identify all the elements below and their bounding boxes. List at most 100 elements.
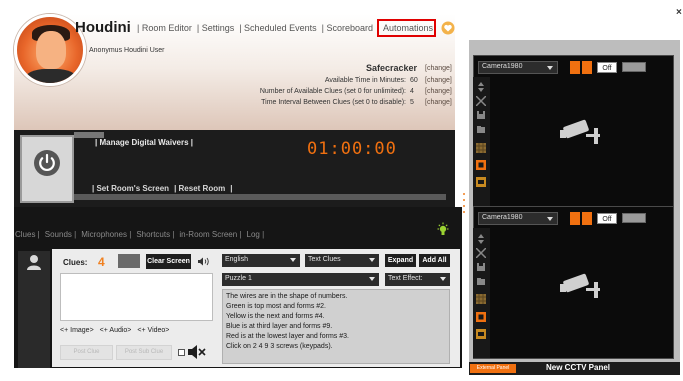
clues-count: 4 (98, 255, 105, 269)
camera-select-1[interactable]: Camera1980 (478, 61, 558, 74)
mute-checkbox[interactable] (178, 349, 185, 356)
camera-2-name: Camera1980 (482, 214, 523, 221)
camera-1-slider[interactable] (622, 62, 646, 72)
panel-resize-handle[interactable] (462, 193, 466, 219)
nav-settings[interactable]: | Settings (197, 23, 234, 33)
add-image-link[interactable]: <+ Image> (60, 327, 94, 334)
external-panel-button[interactable]: External Panel (470, 364, 516, 373)
countdown-timer: 01:00:00 (307, 139, 397, 159)
camera-next-button[interactable] (582, 212, 592, 225)
clues-available-value: 4 (410, 88, 414, 95)
chevron-down-icon (440, 277, 446, 281)
text-effect-value: Text Effect: (388, 275, 423, 282)
room-actions: | Set Room's Screen | Reset Room | (92, 184, 232, 193)
clue-line[interactable]: Yellow is the next and forms #4. (226, 312, 446, 322)
change-room-link[interactable]: [change] (425, 65, 452, 72)
clue-line[interactable]: The wires are in the shape of numbers. (226, 292, 446, 302)
text-effect-select[interactable]: Text Effect: (385, 273, 450, 286)
move-icon[interactable] (476, 82, 486, 92)
clear-screen-button[interactable]: Clear Screen (146, 254, 191, 269)
mute-icon[interactable] (187, 343, 207, 361)
camera-prev-button[interactable] (570, 61, 580, 74)
record-icon[interactable] (476, 312, 486, 322)
camera-2-off-toggle[interactable]: Off (597, 213, 617, 224)
chevron-down-icon (369, 277, 375, 281)
change-interval-link[interactable]: [change] (425, 99, 452, 106)
snapshot-icon[interactable] (476, 329, 486, 339)
camera-next-button[interactable] (582, 61, 592, 74)
add-video-link[interactable]: <+ Video> (137, 327, 169, 334)
post-sub-clue-button[interactable]: Post Sub Clue (116, 345, 172, 360)
folder-icon[interactable] (476, 124, 486, 134)
change-clues-link[interactable]: [change] (425, 88, 452, 95)
record-icon[interactable] (476, 160, 486, 170)
room-name: Safecracker (366, 63, 418, 73)
clues-label: Clues: (63, 258, 88, 267)
manage-waivers-link[interactable]: | Manage Digital Waivers | (95, 138, 193, 147)
expand-button[interactable]: Expand (385, 254, 416, 267)
main-nav: | Room Editor | Settings | Scheduled Eve… (137, 23, 373, 33)
speaker-icon[interactable] (197, 256, 210, 267)
nav-room-editor[interactable]: | Room Editor (137, 23, 192, 33)
clue-text-input[interactable] (60, 273, 213, 321)
nav-scheduled-events[interactable]: | Scheduled Events (239, 23, 316, 33)
control-light-bar (74, 194, 446, 200)
heart-icon[interactable] (441, 21, 455, 35)
camera-1-name: Camera1980 (482, 63, 523, 70)
clues-count-box[interactable] (118, 254, 140, 268)
chevron-down-icon (547, 66, 553, 70)
clue-line[interactable]: Click on 2 4 9 3 screws (keypads). (226, 342, 446, 352)
folder-icon[interactable] (476, 276, 486, 286)
puzzle-select[interactable]: Puzzle 1 (222, 273, 379, 286)
clue-list[interactable]: The wires are in the shape of numbers. G… (222, 289, 450, 364)
tabs: Clues | Sounds | Microphones | Shortcuts… (15, 230, 264, 239)
tab-sounds[interactable]: Sounds | (45, 230, 76, 239)
tab-in-room-screen[interactable]: in-Room Screen | (179, 230, 241, 239)
save-icon[interactable] (476, 262, 486, 272)
nav-automations[interactable]: Automations (377, 19, 436, 37)
cctv-camera-icon (560, 273, 600, 298)
add-all-button[interactable]: Add All (419, 254, 450, 267)
clue-line[interactable]: Red is at the lowest layer and forms #3. (226, 332, 446, 342)
lightbulb-icon[interactable] (436, 222, 450, 238)
tab-microphones[interactable]: Microphones | (81, 230, 131, 239)
camera-prev-button[interactable] (570, 212, 580, 225)
chevron-down-icon (369, 258, 375, 262)
media-links: <+ Image> <+ Audio> <+ Video> (60, 327, 169, 334)
set-room-screen-link[interactable]: | Set Room's Screen (92, 184, 169, 193)
interval-value: 5 (410, 99, 414, 106)
language-select[interactable]: English (222, 254, 300, 267)
post-clue-button[interactable]: Post Clue (60, 345, 113, 360)
time-value: 60 (410, 77, 418, 84)
chevron-down-icon (547, 217, 553, 221)
grid-icon[interactable] (476, 294, 486, 304)
clue-line[interactable]: Blue is at third layer and forms #9. (226, 322, 446, 332)
language-value: English (225, 256, 248, 263)
avatar-face (36, 31, 66, 69)
snapshot-icon[interactable] (476, 177, 486, 187)
close-icon[interactable]: × (676, 7, 682, 18)
camera-1-off-toggle[interactable]: Off (597, 62, 617, 73)
clue-type-select[interactable]: Text Clues (305, 254, 379, 267)
move-icon[interactable] (476, 234, 486, 244)
tab-clues[interactable]: Clues | (15, 230, 40, 239)
power-icon (34, 150, 60, 176)
tab-shortcuts[interactable]: Shortcuts | (136, 230, 174, 239)
cctv-camera-icon (560, 119, 600, 144)
add-audio-link[interactable]: <+ Audio> (100, 327, 132, 334)
change-time-link[interactable]: [change] (425, 77, 452, 84)
clues-available-label: Number of Available Clues (set 0 for unl… (259, 88, 406, 95)
save-icon[interactable] (476, 110, 486, 120)
expand-icon[interactable] (476, 248, 486, 258)
grid-icon[interactable] (476, 143, 486, 153)
reset-room-link[interactable]: | Reset Room (174, 184, 225, 193)
tab-log[interactable]: Log | (247, 230, 265, 239)
camera-select-2[interactable]: Camera1980 (478, 212, 558, 225)
expand-icon[interactable] (476, 96, 486, 106)
clue-line[interactable]: Green is top most and forms #2. (226, 302, 446, 312)
actions-separator: | (230, 184, 233, 193)
new-cctv-panel-button[interactable]: New CCTV Panel (546, 363, 610, 372)
nav-scoreboard[interactable]: | Scoreboard (322, 23, 373, 33)
person-icon[interactable] (25, 253, 43, 271)
camera-2-slider[interactable] (622, 213, 646, 223)
